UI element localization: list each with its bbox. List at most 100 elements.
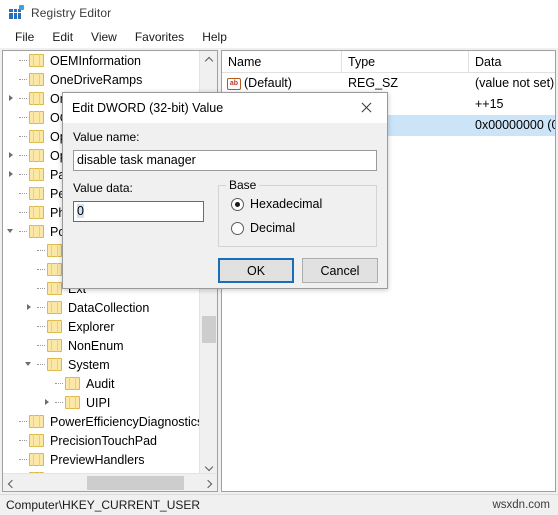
tree-item-label: UIPI (86, 395, 111, 410)
folder-icon (47, 301, 62, 314)
tree-item-precisiontouchpad[interactable]: PrecisionTouchPad (3, 431, 199, 450)
cancel-button[interactable]: Cancel (302, 258, 378, 283)
tree-connector (19, 450, 29, 469)
folder-icon (29, 130, 44, 143)
chevron-down-icon (205, 462, 213, 470)
scroll-right-button[interactable] (199, 474, 217, 491)
tree-connector (19, 127, 29, 146)
tree-horizontal-scrollbar[interactable] (3, 473, 217, 491)
folder-icon (47, 282, 62, 295)
chevron-right-icon[interactable] (23, 298, 37, 317)
tree-connector (19, 108, 29, 127)
folder-icon (29, 206, 44, 219)
chevron-right-icon[interactable] (5, 165, 19, 184)
scroll-left-button[interactable] (3, 474, 21, 491)
radio-decimal-indicator (231, 221, 244, 235)
folder-icon (65, 377, 80, 390)
tree-item-label: PreviewHandlers (50, 452, 145, 467)
tree-connector (19, 51, 29, 70)
folder-icon (29, 225, 44, 238)
column-header-name[interactable]: Name (222, 51, 342, 73)
tree-vscroll-thumb[interactable] (202, 316, 216, 343)
folder-icon (47, 358, 62, 371)
tree-connector (37, 241, 47, 260)
tree-item-powerefficiencydiagnostics[interactable]: PowerEfficiencyDiagnostics (3, 412, 199, 431)
menu-item-favorites[interactable]: Favorites (126, 28, 193, 46)
cell-name-text: (Default) (244, 76, 292, 90)
ok-button[interactable]: OK (218, 258, 294, 283)
chevron-right-icon[interactable] (5, 89, 19, 108)
tree-item-label: DataCollection (68, 300, 150, 315)
table-row[interactable]: ab (Default) REG_SZ (value not set) (222, 73, 555, 94)
folder-icon (29, 453, 44, 466)
tree-item-datacollection[interactable]: DataCollection (3, 298, 199, 317)
value-name-input[interactable]: disable task manager (73, 150, 377, 171)
folder-icon (65, 396, 80, 409)
tree-item-nonenum[interactable]: NonEnum (3, 336, 199, 355)
status-path: Computer\HKEY_CURRENT_USER (6, 498, 201, 512)
tree-hscroll-thumb[interactable] (87, 476, 184, 490)
tree-item-previewhandlers[interactable]: PreviewHandlers (3, 450, 199, 469)
status-bar: Computer\HKEY_CURRENT_USER wsxdn.com (0, 494, 558, 515)
column-header-data[interactable]: Data (469, 51, 555, 73)
value-data-input[interactable]: 0 (73, 201, 204, 222)
tree-connector (37, 317, 47, 336)
chevron-right-icon[interactable] (41, 393, 55, 412)
tree-connector (19, 222, 29, 241)
radio-decimal[interactable]: Decimal (231, 219, 295, 237)
tree-connector (19, 431, 29, 450)
tree-item-system[interactable]: System (3, 355, 199, 374)
folder-icon (29, 92, 44, 105)
tree-connector (37, 336, 47, 355)
tree-item-audit[interactable]: Audit (3, 374, 199, 393)
tree-connector (19, 203, 29, 222)
column-header-type[interactable]: Type (342, 51, 469, 73)
folder-icon (29, 149, 44, 162)
tree-item-uipi[interactable]: UIPI (3, 393, 199, 412)
tree-item-label: System (68, 357, 110, 372)
tree-connector (19, 184, 29, 203)
tree-connector (19, 146, 29, 165)
folder-icon (29, 168, 44, 181)
dialog-body: Value name: disable task manager Value d… (63, 123, 387, 288)
chevron-right-icon[interactable] (5, 146, 19, 165)
tree-item-explorer[interactable]: Explorer (3, 317, 199, 336)
chevron-down-icon[interactable] (23, 355, 37, 374)
tree-item-label: NonEnum (68, 338, 124, 353)
chevron-up-icon (205, 56, 213, 64)
tree-connector (19, 412, 29, 431)
menu-item-view[interactable]: View (82, 28, 126, 46)
values-list-header: Name Type Data (222, 51, 555, 73)
tree-item-label: PrecisionTouchPad (50, 433, 158, 448)
registry-editor-icon (8, 4, 24, 21)
base-legend: Base (226, 178, 260, 192)
folder-icon (47, 244, 62, 257)
menu-item-file[interactable]: File (6, 28, 43, 46)
tree-connector (19, 70, 29, 89)
dialog-close-button[interactable] (345, 93, 387, 123)
tree-item-onedriveramps[interactable]: OneDriveRamps (3, 70, 199, 89)
watermark-text: wsxdn.com (492, 499, 550, 511)
window-title: Registry Editor (31, 5, 112, 20)
menu-item-help[interactable]: Help (193, 28, 236, 46)
chevron-right-icon (204, 479, 212, 487)
folder-icon (47, 339, 62, 352)
menu-item-edit[interactable]: Edit (43, 28, 82, 46)
radio-hexadecimal[interactable]: Hexadecimal (231, 195, 322, 213)
tree-connector (19, 89, 29, 108)
base-groupbox: Base Hexadecimal Decimal (218, 178, 377, 247)
folder-icon (29, 434, 44, 447)
string-value-icon: ab (227, 77, 241, 90)
value-data-text: 0 (77, 204, 84, 218)
tree-item-oeminformation[interactable]: OEMInformation (3, 51, 199, 70)
folder-icon (29, 111, 44, 124)
scroll-up-button[interactable] (200, 51, 217, 69)
edit-dword-dialog: Edit DWORD (32-bit) Value Value name: di… (62, 92, 388, 289)
chevron-down-icon[interactable] (5, 222, 19, 241)
